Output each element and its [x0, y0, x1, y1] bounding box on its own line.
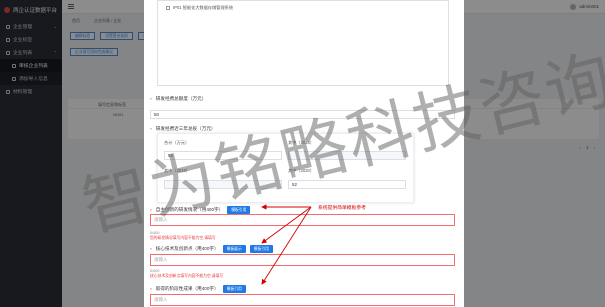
rd-total-label: * 研发经费总额度（万元）	[150, 96, 206, 102]
innovation-template-button[interactable]: 模板引用	[227, 206, 251, 214]
core-tech-counter: 0/400	[150, 269, 160, 273]
system-option-label: IP01 智能化大数据存储管理系统	[173, 5, 234, 10]
system-select-box: IP01 智能化大数据存储管理系统	[157, 0, 449, 86]
rd-total-label-text: 研发经费总额度（万元）	[155, 96, 207, 101]
required-mark: *	[150, 286, 152, 292]
y2018-input[interactable]	[288, 151, 406, 160]
checkbox[interactable]	[166, 6, 170, 10]
results-textarea[interactable]: 请输入	[150, 294, 455, 306]
annotation-text: 系统提供简单模板参考	[318, 206, 366, 211]
core-tech-template-button[interactable]: 模板引用	[249, 245, 273, 253]
y2019-input[interactable]	[164, 180, 282, 189]
y2018-label: 其中（2018）	[288, 140, 315, 145]
core-tech-template-show-button[interactable]: 模板展示	[222, 245, 246, 253]
y2020-label: 其中（2020）	[288, 168, 315, 173]
y2019-label: 其中（2019）	[164, 168, 191, 173]
core-tech-label: * 核心技术及创新点（用400字） 模板展示 模板引用	[150, 245, 273, 253]
innovation-error: 您的研发情况填写内容不能为空,请填写	[150, 236, 216, 240]
innovation-counter: 0/400	[150, 231, 160, 235]
results-template-button[interactable]: 模板引用	[222, 285, 246, 293]
innovation-label: * 自主创新的研发情况（用400字） 模板引用	[150, 206, 251, 214]
results-label-text: 取得的阶段性成果（用400字）	[155, 286, 219, 291]
innovation-textarea[interactable]: 请输入	[150, 214, 455, 226]
core-tech-label-text: 核心技术及创新点（用400字）	[155, 246, 219, 251]
core-tech-textarea[interactable]: 请输入	[150, 254, 455, 266]
system-option[interactable]: IP01 智能化大数据存储管理系统	[158, 1, 448, 15]
rd-3yr-label-text: 研发经费近三年总投（万元）	[155, 126, 216, 131]
rd-total-input[interactable]: 50	[150, 110, 455, 119]
results-label: * 取得的阶段性成果（用400字） 模板引用	[150, 285, 246, 293]
total-input[interactable]: 52	[164, 151, 282, 160]
required-mark: *	[150, 126, 152, 132]
rd-breakdown-card: 合计（万元） 52 其中（2018） 其中（2019） 其中（2020） 52	[157, 133, 414, 203]
rd-3yr-label: * 研发经费近三年总投（万元）	[150, 126, 216, 132]
innovation-label-text: 自主创新的研发情况（用400字）	[155, 207, 224, 212]
core-tech-error: 核心技术及创新点填写内容不能为空,请填写	[150, 274, 224, 278]
enterprise-form-dialog: IP01 智能化大数据存储管理系统 * 研发经费总额度（万元） 50 * 研发经…	[144, 0, 464, 307]
required-mark: *	[150, 96, 152, 102]
total-label: 合计（万元）	[164, 140, 190, 145]
required-mark: *	[150, 207, 152, 213]
required-mark: *	[150, 246, 152, 252]
y2020-input[interactable]: 52	[288, 180, 406, 189]
